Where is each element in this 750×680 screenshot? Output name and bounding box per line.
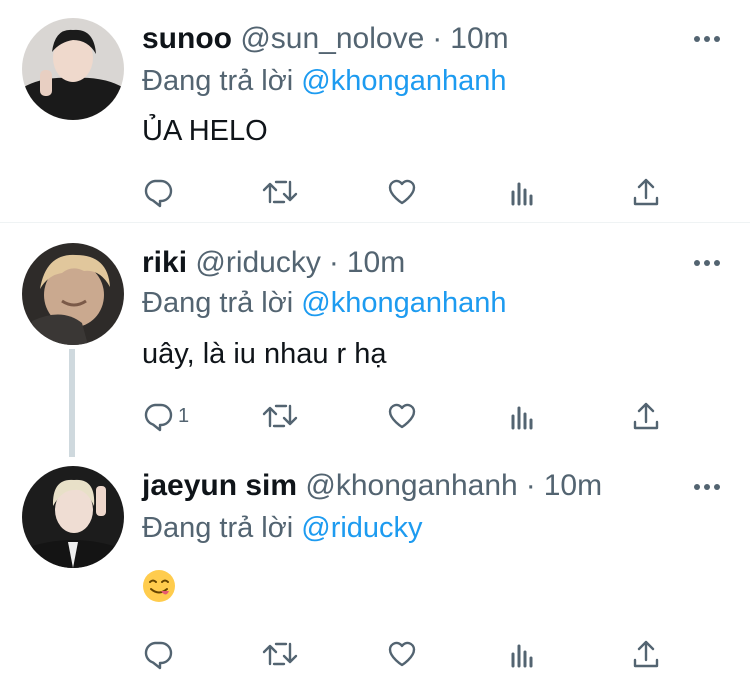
like-icon [388, 641, 416, 667]
replying-to-label: Đang trả lời [142, 65, 302, 97]
replying-to-label: Đang trả lời [142, 287, 302, 319]
reply-icon [144, 403, 173, 432]
display-name[interactable]: riki [142, 246, 187, 279]
share-icon [633, 402, 659, 430]
tweet-header: sunoo @sun_nolove · 10m [142, 22, 509, 56]
avatar-jaeyun-sim[interactable] [22, 466, 124, 568]
replying-to: Đang trả lời @khonganhanh [142, 64, 506, 98]
avatar-sunoo[interactable] [22, 18, 124, 120]
replying-to: Đang trả lời @khonganhanh [142, 286, 506, 320]
tweet-header: jaeyun sim @khonganhanh · 10m [142, 469, 602, 503]
tweet-text: ỦA HELO [142, 115, 268, 147]
more-icon[interactable] [694, 258, 722, 268]
separator-dot: · [328, 246, 339, 279]
display-name[interactable]: jaeyun sim [142, 469, 297, 502]
share-button[interactable] [630, 172, 662, 212]
like-button[interactable] [386, 396, 418, 436]
display-name[interactable]: sunoo [142, 22, 232, 55]
separator-dot: · [525, 469, 536, 502]
tweet-actions [0, 634, 750, 674]
reply-button[interactable] [142, 172, 178, 212]
like-button[interactable] [386, 172, 418, 212]
analytics-icon [511, 182, 533, 206]
more-icon[interactable] [694, 34, 722, 44]
mention-link[interactable]: @riducky [301, 512, 422, 544]
user-handle[interactable]: @riducky [195, 246, 320, 279]
retweet-icon [262, 180, 298, 204]
tweet-actions: 1 [0, 396, 750, 436]
replying-to: Đang trả lời @riducky [142, 511, 423, 545]
retweet-button[interactable] [262, 634, 298, 674]
separator-dot: · [432, 22, 443, 55]
like-icon [388, 403, 416, 429]
tweet-divider [0, 222, 750, 223]
like-button[interactable] [386, 634, 418, 674]
reply-icon [144, 641, 173, 670]
retweet-button[interactable] [262, 396, 298, 436]
timestamp[interactable]: 10m [347, 246, 405, 279]
views-button[interactable] [508, 396, 540, 436]
reply-icon [144, 179, 173, 208]
timestamp[interactable]: 10m [450, 22, 508, 55]
savoring-food-emoji [142, 569, 176, 603]
tweet-text: uây, là iu nhau r hạ [142, 338, 387, 370]
share-button[interactable] [630, 634, 662, 674]
retweet-icon [262, 404, 298, 428]
analytics-icon [511, 644, 533, 668]
timestamp[interactable]: 10m [544, 469, 602, 502]
retweet-button[interactable] [262, 172, 298, 212]
tweet-actions [0, 172, 750, 212]
share-icon [633, 178, 659, 206]
replying-to-label: Đang trả lời [142, 512, 302, 544]
mention-link[interactable]: @khonganhanh [301, 65, 506, 97]
analytics-icon [511, 406, 533, 430]
tweet-header: riki @riducky · 10m [142, 246, 405, 280]
avatar-riki[interactable] [22, 243, 124, 345]
reply-button[interactable] [142, 634, 178, 674]
views-button[interactable] [508, 172, 540, 212]
like-icon [388, 179, 416, 205]
reply-button[interactable]: 1 [142, 396, 189, 436]
user-handle[interactable]: @sun_nolove [240, 22, 424, 55]
reply-count: 1 [178, 404, 190, 427]
retweet-icon [262, 642, 298, 666]
share-button[interactable] [630, 396, 662, 436]
more-icon[interactable] [694, 482, 722, 492]
share-icon [633, 640, 659, 668]
user-handle[interactable]: @khonganhanh [305, 469, 517, 502]
mention-link[interactable]: @khonganhanh [301, 287, 506, 319]
views-button[interactable] [508, 634, 540, 674]
